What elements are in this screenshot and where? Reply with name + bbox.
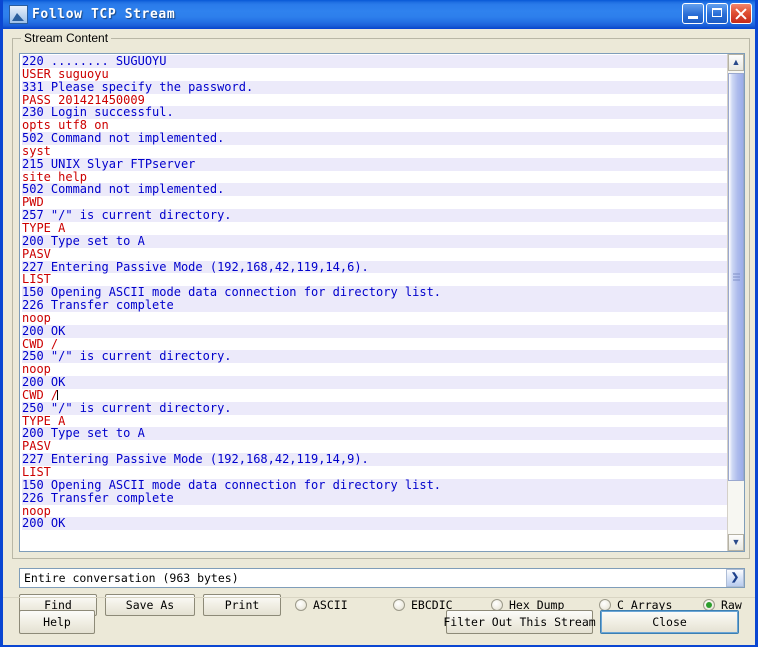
stream-line: 227 Entering Passive Mode (192,168,42,11…: [22, 453, 727, 466]
stream-content-label: Stream Content: [21, 31, 112, 45]
scrollbar-thumb[interactable]: [728, 73, 744, 481]
stream-line: 502 Command not implemented.: [22, 183, 727, 197]
stream-line: 502 Command not implemented.: [22, 132, 727, 145]
dialog-footer: Help Filter Out This Stream Close: [3, 597, 755, 645]
stream-line: 200 OK: [22, 324, 727, 338]
stream-line: LIST: [22, 466, 727, 479]
chevron-down-icon: ▼: [731, 536, 741, 547]
stream-line: 226 Transfer complete: [22, 299, 727, 312]
stream-line: 220 ........ SUGUOYU: [22, 55, 727, 68]
text-caret: [57, 389, 59, 400]
maximize-button[interactable]: [706, 3, 728, 24]
stream-line: USER suguoyu: [22, 67, 727, 81]
stream-line: noop: [22, 504, 727, 518]
window-controls: [682, 3, 752, 24]
scroll-up-button[interactable]: ▲: [728, 54, 744, 71]
window-title: Follow TCP Stream: [32, 6, 176, 22]
stream-line: 226 Transfer complete: [22, 491, 727, 505]
stream-line: 250 "/" is current directory.: [22, 401, 727, 415]
stream-line: 200 Type set to A: [22, 427, 727, 441]
stream-line: 150 Opening ASCII mode data connection f…: [22, 478, 727, 492]
wireshark-shark-fin-icon: [9, 4, 28, 24]
stream-line: 215 UNIX Slyar FTPserver: [22, 157, 727, 171]
chevron-up-icon: ▲: [731, 56, 741, 67]
title-bar: Follow TCP Stream: [3, 0, 755, 29]
stream-line: noop: [22, 363, 727, 377]
stream-line: 227 Entering Passive Mode (192,168,42,11…: [22, 260, 727, 274]
filter-out-this-stream-label: Filter Out This Stream: [443, 615, 596, 629]
client-area: Stream Content 220 ........ SUGUOYU USER …: [3, 29, 755, 645]
conversation-select-arrow-button[interactable]: ❯: [726, 569, 744, 587]
minimize-button[interactable]: [682, 3, 704, 24]
stream-line: 200 OK: [22, 376, 727, 389]
stream-line: 250 "/" is current directory.: [22, 350, 727, 364]
stream-content-panel: 220 ........ SUGUOYU USER suguoyu 331 Plea…: [19, 53, 745, 552]
stream-line: PASV: [22, 247, 727, 261]
stream-line: 200 OK: [22, 517, 727, 531]
stream-line: CWD /: [22, 389, 727, 402]
stream-text-area[interactable]: 220 ........ SUGUOYU USER suguoyu 331 Plea…: [20, 54, 727, 551]
stream-content-groupbox: Stream Content 220 ........ SUGUOYU USER …: [12, 31, 750, 559]
scrollbar-track[interactable]: [728, 71, 744, 534]
stream-line: TYPE A: [22, 222, 727, 235]
stream-vertical-scrollbar[interactable]: ▲ ▼: [727, 54, 744, 551]
stream-line: 331 Please specify the password.: [22, 80, 727, 94]
stream-line: 257 "/" is current directory.: [22, 209, 727, 222]
help-button[interactable]: Help: [19, 610, 95, 634]
conversation-select[interactable]: Entire conversation (963 bytes) ❯: [19, 568, 745, 588]
filter-out-this-stream-button[interactable]: Filter Out This Stream: [443, 610, 596, 634]
stream-line: 230 Login successful.: [22, 106, 727, 120]
conversation-select-value: Entire conversation (963 bytes): [24, 571, 239, 585]
close-button-label: Close: [652, 615, 687, 629]
close-button[interactable]: Close: [600, 610, 739, 634]
stream-line: syst: [22, 145, 727, 158]
help-button-label: Help: [43, 615, 71, 629]
follow-tcp-stream-window: Follow TCP Stream Stream Content 220 ...…: [0, 0, 758, 647]
stream-line: 200 Type set to A: [22, 234, 727, 248]
scroll-down-button[interactable]: ▼: [728, 534, 744, 551]
chevron-down-icon: ❯: [730, 572, 740, 583]
close-window-button[interactable]: [730, 3, 752, 24]
stream-line: noop: [22, 312, 727, 325]
scrollbar-grip-icon: [733, 273, 740, 281]
